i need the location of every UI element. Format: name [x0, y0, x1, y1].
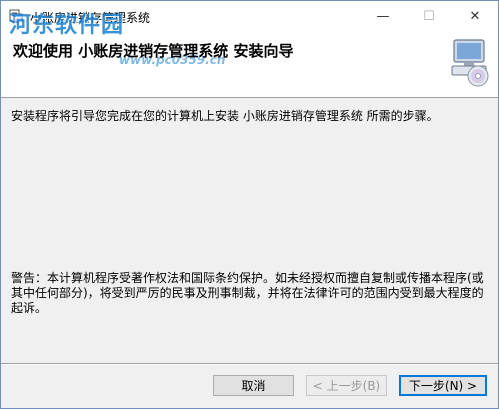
close-button[interactable]: ✕: [452, 1, 498, 31]
maximize-icon: ☐: [423, 8, 435, 24]
intro-text: 安装程序将引导您完成在您的计算机上安装 小账房进销存管理系统 所需的步骤。: [11, 109, 439, 123]
cancel-button[interactable]: 取消: [213, 375, 294, 396]
minimize-button[interactable]: —: [360, 1, 406, 31]
copyright-warning: 警告：本计算机程序受著作权法和国际条约保护。如未经授权而擅自复制或传播本程序(或…: [11, 271, 484, 315]
close-icon: ✕: [469, 8, 481, 24]
page-title: 欢迎使用 小账房进销存管理系统 安装向导: [13, 42, 294, 60]
minimize-icon: —: [376, 8, 390, 24]
footer-divider: [1, 363, 498, 365]
maximize-button[interactable]: ☐: [406, 1, 452, 31]
back-button[interactable]: < 上一步(B): [306, 375, 387, 396]
watermark-logo: 河东软件园: [9, 13, 125, 38]
installer-window: 小账房进销存管理系统 — ☐ ✕ 河东软件园 www.pc0359.cn 欢迎使…: [0, 0, 499, 409]
computer-cd-icon: [451, 39, 489, 87]
next-button[interactable]: 下一步(N) >: [399, 375, 487, 396]
wizard-header: 河东软件园 www.pc0359.cn 欢迎使用 小账房进销存管理系统 安装向导: [1, 13, 498, 98]
